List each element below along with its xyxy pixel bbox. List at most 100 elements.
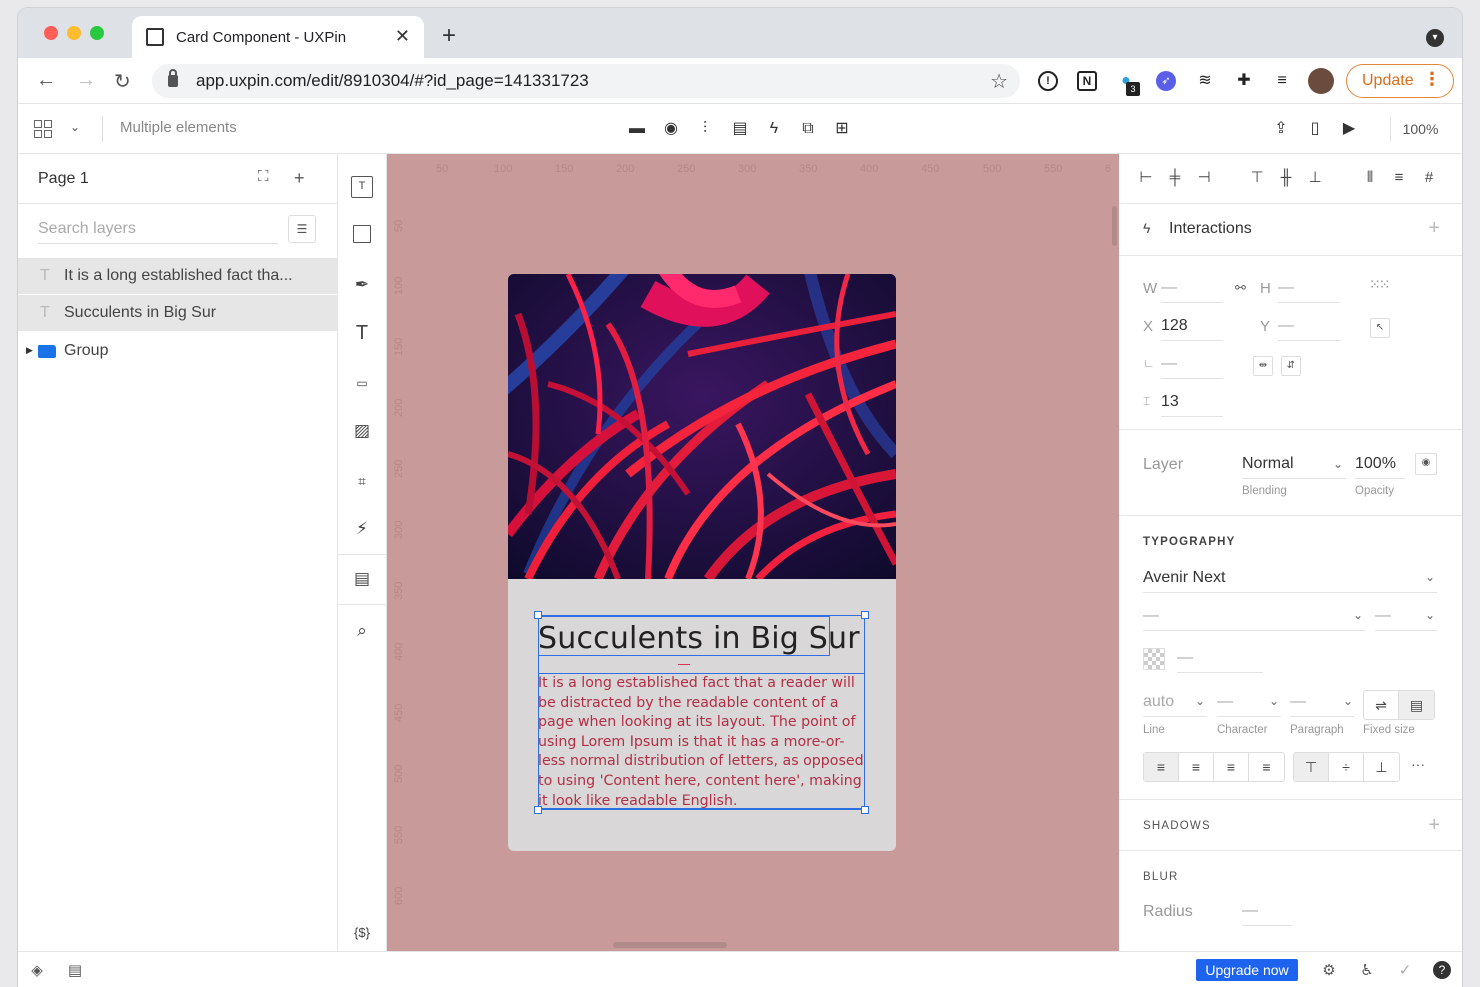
accessibility-icon[interactable]: ♿ [1357,961,1377,981]
check-circle-icon[interactable]: ✓ [1395,961,1415,981]
card-image[interactable] [508,274,896,579]
valign-top-icon[interactable]: ⊤ [1294,753,1329,781]
image-tool-icon[interactable]: ▨ [351,420,373,442]
chevron-down-icon[interactable]: ⌄ [70,120,80,134]
variables-icon[interactable]: {$} [351,922,373,944]
dashboard-grid-icon[interactable] [34,120,52,138]
browser-tab[interactable]: Card Component - UXPin ✕ [132,16,424,58]
x-value[interactable]: 128 [1161,317,1188,335]
add-interaction-icon[interactable]: + [1428,217,1440,240]
chevron-down-icon[interactable]: ⌄ [1353,608,1363,622]
font-family-select[interactable]: Avenir Next [1143,569,1225,587]
library-icon[interactable]: ▤ [65,961,85,981]
password-manager-icon[interactable]: ! [1038,71,1058,91]
constraints-icon[interactable]: ↖ [1370,318,1390,338]
resize-handle-bottom-right[interactable] [861,806,869,814]
flip-horizontal-icon[interactable]: ⇹ [1253,356,1273,376]
zoom-level[interactable]: 100% [1390,116,1450,142]
settings-icon[interactable]: ⚙ [1319,961,1339,981]
width-value[interactable]: — [1161,279,1177,297]
layer-item[interactable]: T Succulents in Big Sur [18,295,337,332]
text-color-swatch[interactable] [1143,648,1165,670]
bookmark-star-icon[interactable]: ☆ [990,69,1008,94]
notion-icon[interactable]: N [1077,71,1097,91]
layer-item[interactable]: ▶ Group [18,332,337,369]
zoom-window-button[interactable] [90,26,104,40]
export-icon[interactable]: ⇪ [1270,118,1292,140]
layer-item[interactable]: T It is a long established fact tha... [18,258,337,295]
line-height-select[interactable]: auto [1143,693,1174,711]
spacing-value[interactable]: 13 [1161,393,1179,411]
puzzle-extensions-icon[interactable]: ✚ [1234,71,1254,91]
tab-close-icon[interactable]: ✕ [395,26,410,47]
card-component[interactable]: Succulents in Big Sur It is a long estab… [508,274,896,851]
distribute-v-icon[interactable]: ≡ [1389,168,1409,188]
more-options-icon[interactable]: ··· [1411,756,1425,772]
reading-list-icon[interactable]: ≡ [1272,71,1292,91]
text-color-value[interactable]: — [1177,649,1193,667]
help-icon[interactable]: ? [1433,961,1451,979]
chevron-down-icon[interactable]: ⌄ [1195,694,1205,708]
align-bottom-icon[interactable]: ⊥ [1305,168,1325,188]
height-value[interactable]: — [1278,279,1294,297]
auto-width-icon[interactable]: ⇌ [1364,691,1399,719]
pen-tool-icon[interactable]: ✒ [351,274,373,296]
comment-tool-icon[interactable]: ▤ [351,568,373,590]
valign-bottom-icon[interactable]: ⊥ [1364,753,1399,781]
align-right-icon[interactable]: ⊣ [1194,168,1214,188]
search-tool-icon[interactable]: ⌕ [351,620,373,642]
text-align-right-icon[interactable]: ≡ [1214,753,1249,781]
close-window-button[interactable] [44,26,58,40]
add-page-icon[interactable]: + [294,168,305,189]
interaction-tool-icon[interactable]: ⚡ [351,518,373,540]
components-tool-icon[interactable]: ⌗ [351,470,373,492]
search-layers-input[interactable]: Search layers [38,216,278,244]
flip-vertical-icon[interactable]: ⇵ [1281,356,1301,376]
text-align-center-icon[interactable]: ≡ [1179,753,1214,781]
chevron-down-icon[interactable]: ⌄ [1425,608,1435,622]
chevron-down-icon[interactable]: ⌄ [1269,694,1279,708]
resize-handle-bottom-left[interactable] [534,806,542,814]
tab-search-icon[interactable]: ▾ [1426,29,1444,47]
folder-icon[interactable]: ▬ [626,118,648,140]
resize-handle-top-right[interactable] [861,611,869,619]
resize-handle-top-left[interactable] [534,611,542,619]
link-ratio-icon[interactable]: ⚯ [1235,280,1246,296]
play-icon[interactable]: ▶ [1338,118,1360,140]
reload-icon[interactable]: ↻ [114,69,131,94]
device-preview-icon[interactable]: ▯ [1304,118,1326,140]
design-canvas[interactable]: 50 100 150 200 250 300 350 400 450 500 5… [387,154,1119,951]
font-size-select[interactable]: — [1375,607,1391,625]
ungroup-icon[interactable]: ⊞ [831,118,853,140]
radius-value[interactable]: — [1242,902,1258,920]
align-center-h-icon[interactable]: ╪ [1165,168,1185,188]
fit-icon[interactable]: ⛶ [258,168,269,185]
expand-triangle-icon[interactable]: ▶ [26,345,33,356]
new-tab-button[interactable]: + [442,22,456,50]
valign-middle-icon[interactable]: ÷ [1329,753,1364,781]
align-left-icon[interactable]: ⊢ [1136,168,1156,188]
layers-extension-icon[interactable]: ≋ [1195,71,1215,91]
update-button[interactable]: Update ⋮ [1346,64,1454,98]
back-icon[interactable]: ← [36,69,56,92]
bolt-icon[interactable]: ϟ [763,118,785,140]
doc-icon[interactable]: ▤ [729,118,751,140]
visibility-eye-icon[interactable]: ◉ [1415,453,1437,475]
add-shadow-icon[interactable]: + [1428,814,1440,837]
character-spacing-select[interactable]: — [1217,693,1233,711]
filter-icon[interactable]: ☰ [288,215,316,243]
address-bar[interactable]: app.uxpin.com/edit/8910304/#?id_page=141… [152,64,1020,98]
chevron-down-icon[interactable]: ⌄ [1343,694,1353,708]
text-tool-icon[interactable]: T [351,322,373,344]
grid-icon[interactable]: # [1419,168,1439,188]
y-value[interactable]: — [1278,317,1294,335]
component-icon[interactable]: ◉ [660,118,682,140]
align-middle-v-icon[interactable]: ╫ [1276,168,1296,188]
blending-select[interactable]: Normal [1242,455,1294,473]
opacity-value[interactable]: 100% [1355,455,1396,473]
layers-icon[interactable]: ◈ [27,961,47,981]
profile-avatar[interactable] [1308,68,1334,94]
position-grid-icon[interactable]: ⁙⁙ [1369,276,1391,293]
page-selector[interactable]: Page 1 ⛶ + [18,154,337,204]
distribute-h-icon[interactable]: ⫴ [1360,168,1380,188]
